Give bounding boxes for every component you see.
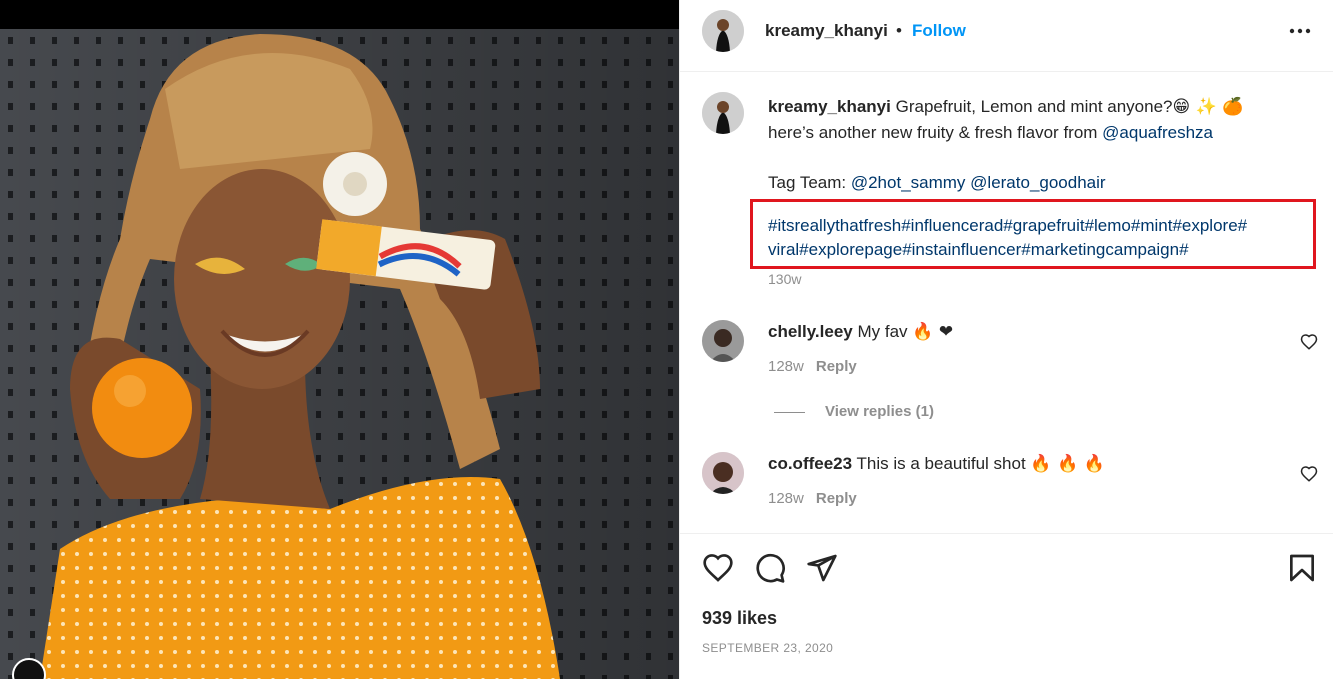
post-header: kreamy_khanyi • Follow — [680, 0, 1333, 72]
caption-author-avatar[interactable] — [702, 92, 744, 134]
header-separator: • — [896, 21, 902, 40]
caption-line2: here’s another new fruity & fresh flavor… — [768, 123, 1103, 142]
likes-count[interactable]: 939 likes — [702, 608, 777, 629]
share-icon[interactable] — [806, 552, 838, 584]
comment-emojis: 🔥 🔥 🔥 — [1030, 454, 1105, 474]
author-avatar[interactable] — [702, 10, 744, 52]
post-photo-pane — [0, 0, 679, 679]
mention-aquafreshza[interactable]: @aquafreshza — [1102, 123, 1213, 142]
caption-emojis: 😁 ✨ 🍊 — [1172, 97, 1244, 117]
post-photo[interactable] — [0, 29, 679, 679]
comment-meta: 128w Reply — [768, 490, 857, 507]
author-username[interactable]: kreamy_khanyi — [765, 21, 888, 41]
comment-username[interactable]: co.offee23 — [768, 454, 852, 473]
heart-icon[interactable] — [702, 552, 734, 584]
small-heart-icon[interactable] — [1300, 465, 1318, 483]
comment-timestamp[interactable]: 128w — [768, 490, 804, 507]
post-date[interactable]: SEPTEMBER 23, 2020 — [702, 641, 833, 655]
comment-text: chelly.leey My fav 🔥 ❤ — [768, 322, 953, 342]
reply-button[interactable]: Reply — [816, 490, 857, 507]
reply-button[interactable]: Reply — [816, 358, 857, 375]
mention-2hot-sammy[interactable]: @2hot_sammy — [851, 173, 966, 192]
commenter-avatar[interactable] — [702, 320, 744, 362]
caption-text: kreamy_khanyi Grapefruit, Lemon and mint… — [768, 94, 1308, 195]
comment-username[interactable]: chelly.leey — [768, 322, 853, 341]
comment-timestamp[interactable]: 128w — [768, 358, 804, 375]
caption-timestamp[interactable]: 130w — [768, 271, 801, 287]
comment-meta: 128w Reply — [768, 358, 857, 375]
comment-item: chelly.leey My fav 🔥 ❤ 128w Reply — [680, 320, 1333, 380]
mention-lerato-goodhair[interactable]: @lerato_goodhair — [970, 173, 1105, 192]
commenter-avatar[interactable] — [702, 452, 744, 494]
comment-emojis: 🔥 ❤ — [912, 322, 954, 342]
hashtags-line2[interactable]: viral#explorepage#instainfluencer#market… — [768, 240, 1189, 259]
hashtags: #itsreallythatfresh#influencerad#grapefr… — [768, 214, 1308, 262]
more-options-icon[interactable] — [1286, 20, 1314, 42]
small-heart-icon[interactable] — [1300, 333, 1318, 351]
comment-body: My fav — [857, 322, 908, 341]
caption-username[interactable]: kreamy_khanyi — [768, 97, 891, 116]
comment-text: co.offee23 This is a beautiful shot 🔥 🔥 … — [768, 454, 1105, 474]
post-actions: 939 likes SEPTEMBER 23, 2020 — [680, 533, 1333, 679]
comment-icon[interactable] — [754, 552, 786, 584]
tag-team-label: Tag Team: — [768, 173, 851, 192]
view-replies-label[interactable]: View replies (1) — [825, 403, 934, 420]
hashtags-line1[interactable]: #itsreallythatfresh#influencerad#grapefr… — [768, 216, 1247, 235]
comment-body: This is a beautiful shot — [856, 454, 1026, 473]
view-replies-line — [774, 412, 805, 413]
follow-button[interactable]: Follow — [912, 21, 966, 41]
comment-item: co.offee23 This is a beautiful shot 🔥 🔥 … — [680, 452, 1333, 512]
post-details-panel: kreamy_khanyi • Follow kreamy_khanyi Gra… — [679, 0, 1333, 679]
bookmark-icon[interactable] — [1286, 552, 1318, 584]
caption-line1: Grapefruit, Lemon and mint anyone? — [895, 97, 1173, 116]
